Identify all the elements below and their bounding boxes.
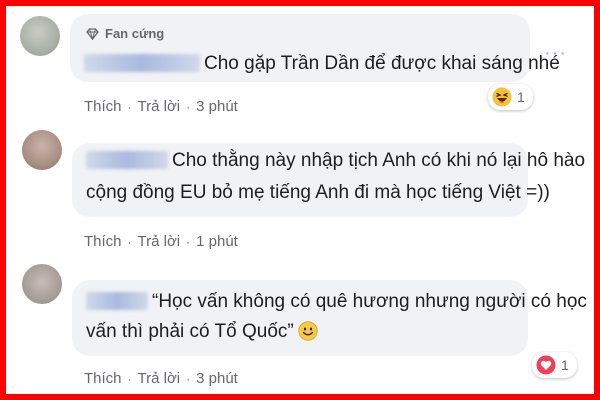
- diamond-icon: [86, 28, 99, 40]
- like-link[interactable]: Thích: [84, 98, 122, 115]
- smile-emoji-icon: [298, 321, 318, 341]
- redacted-name[interactable]: [86, 292, 148, 310]
- reaction-count[interactable]: 1: [532, 352, 577, 378]
- like-link[interactable]: Thích: [84, 233, 122, 250]
- separator: ·: [127, 371, 132, 386]
- avatar[interactable]: [20, 16, 60, 56]
- timestamp[interactable]: 3 phút: [196, 98, 238, 115]
- comment-text: “Học vấn không có quê hương nhưng người …: [86, 290, 587, 314]
- comment-bubble: Cho thằng này nhập tịch Anh có khi nó lạ…: [72, 143, 585, 217]
- separator: ·: [127, 99, 132, 114]
- comment-text: Cho thằng này nhập tịch Anh có khi nó lạ…: [86, 149, 585, 173]
- comment-bubble: “Học vấn không có quê hương nhưng người …: [72, 280, 587, 356]
- badge-label: Fan cứng: [105, 26, 165, 41]
- fan-badge: Fan cứng: [86, 22, 164, 46]
- reaction-number: 1: [561, 357, 569, 373]
- reaction-number: 1: [517, 89, 525, 105]
- comment-actions: Thích · Trả lời · 3 phút: [84, 370, 238, 387]
- comment-bubble: Fan cứng Cho gặp Trần Dần để được khai s…: [70, 14, 560, 82]
- comment-text-line: cộng đồng EU bỏ mẹ tiếng Anh đi mà học t…: [86, 182, 550, 203]
- reaction-count[interactable]: 1: [488, 84, 533, 110]
- separator: ·: [186, 371, 191, 386]
- haha-emoji-icon: [492, 87, 512, 107]
- comments-panel: Fan cứng Cho gặp Trần Dần để được khai s…: [6, 6, 594, 394]
- reply-link[interactable]: Trả lời: [138, 98, 181, 115]
- avatar[interactable]: [22, 130, 62, 170]
- separator: ·: [186, 234, 191, 249]
- like-link[interactable]: Thích: [84, 370, 122, 387]
- timestamp[interactable]: 1 phút: [196, 233, 238, 250]
- more-options-icon[interactable]: ···: [544, 42, 567, 65]
- reply-link[interactable]: Trả lời: [138, 233, 181, 250]
- redacted-name[interactable]: [84, 54, 200, 72]
- separator: ·: [186, 99, 191, 114]
- timestamp[interactable]: 3 phút: [196, 370, 238, 387]
- comment-actions: Thích · Trả lời · 1 phút: [84, 233, 238, 250]
- separator: ·: [127, 234, 132, 249]
- love-heart-icon: [536, 355, 556, 375]
- comment-actions: Thích · Trả lời · 3 phút: [84, 98, 238, 115]
- reply-link[interactable]: Trả lời: [138, 370, 181, 387]
- comment-text: Cho gặp Trần Dần để được khai sáng nhé: [84, 52, 560, 76]
- comment-text-line: vấn thì phải có Tổ Quốc”: [86, 320, 318, 344]
- redacted-name[interactable]: [86, 151, 168, 169]
- avatar[interactable]: [22, 264, 62, 304]
